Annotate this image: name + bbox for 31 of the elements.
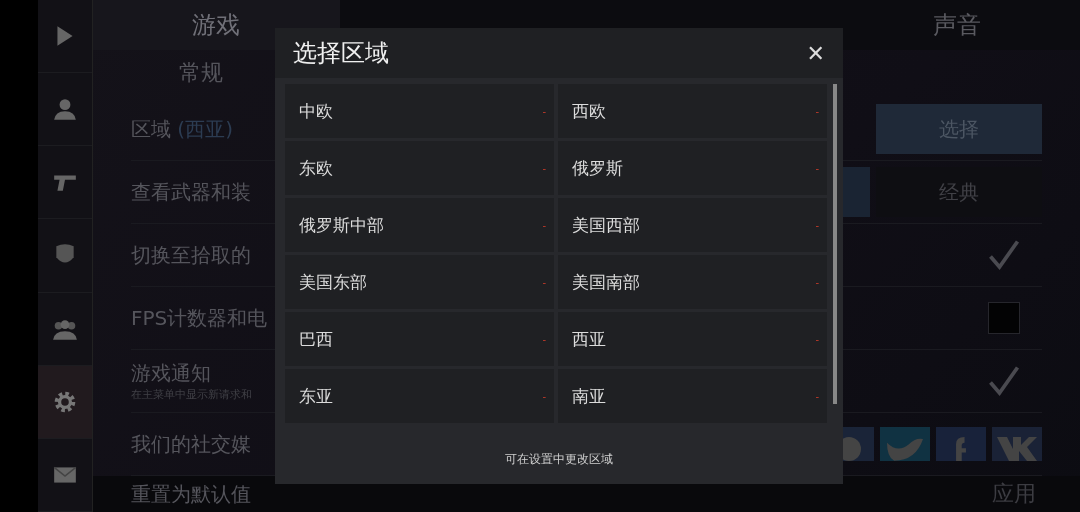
region-name: 俄罗斯中部: [299, 213, 384, 237]
region-name: 东欧: [299, 156, 333, 180]
ping-value: -: [815, 333, 819, 345]
ping-value: -: [815, 276, 819, 288]
setting-label: 区域 (西亚): [131, 115, 233, 143]
region-name: 南亚: [572, 384, 606, 408]
region-name: 中欧: [299, 99, 333, 123]
section-title: 常规: [179, 59, 223, 87]
ping-value: -: [542, 390, 546, 402]
setting-label: 查看武器和装: [131, 178, 251, 206]
ping-value: -: [815, 219, 819, 231]
ping-value: -: [815, 162, 819, 174]
region-name: 西欧: [572, 99, 606, 123]
ping-value: -: [815, 390, 819, 402]
region-name: 美国东部: [299, 270, 367, 294]
setting-label: 切换至拾取的: [131, 241, 251, 269]
setting-label: 我们的社交媒: [131, 430, 251, 458]
ping-value: -: [542, 162, 546, 174]
ping-value: -: [542, 276, 546, 288]
setting-label: FPS计数器和电: [131, 304, 268, 332]
region-name: 美国南部: [572, 270, 640, 294]
ping-value: -: [815, 105, 819, 117]
region-name: 美国西部: [572, 213, 640, 237]
region-name: 俄罗斯: [572, 156, 623, 180]
ping-value: -: [542, 333, 546, 345]
region-name: 巴西: [299, 327, 333, 351]
region-name: 西亚: [572, 327, 606, 351]
ping-value: -: [542, 105, 546, 117]
setting-label: 游戏通知: [131, 360, 212, 387]
ping-value: -: [542, 219, 546, 231]
region-name: 东亚: [299, 384, 333, 408]
